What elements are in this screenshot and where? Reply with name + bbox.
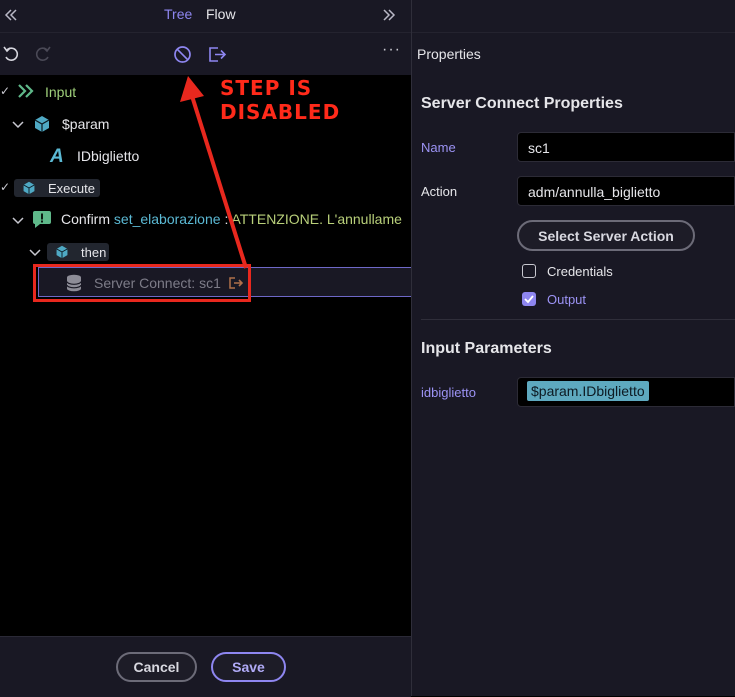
more-options-icon[interactable]: ··· (382, 41, 401, 59)
action-label: Action (421, 184, 458, 199)
cancel-button[interactable]: Cancel (116, 652, 197, 682)
idbiglietto-param-field[interactable]: $param.IDbiglietto (517, 377, 735, 407)
action-field[interactable]: adm/annulla_biglietto (517, 176, 735, 206)
alert-icon (32, 209, 52, 232)
expand-right-icon[interactable] (382, 8, 396, 22)
tree-tab-bar: Tree Flow (0, 0, 411, 32)
output-checkbox[interactable] (522, 292, 536, 306)
cube-icon (22, 181, 36, 198)
credentials-checkbox[interactable] (522, 264, 536, 278)
export-step-icon[interactable] (207, 45, 227, 64)
name-field[interactable]: sc1 (517, 132, 735, 162)
input-parameters-title: Input Parameters (421, 340, 552, 357)
tab-flow[interactable]: Flow (206, 6, 236, 22)
param-label: $param (62, 116, 110, 132)
input-label: Input (45, 84, 77, 100)
chevron-down-icon[interactable] (12, 117, 24, 133)
credentials-label: Credentials (547, 264, 613, 279)
checkmark-icon: ✓ (0, 180, 11, 194)
collapse-left-icon[interactable] (4, 8, 18, 22)
cube-icon (33, 115, 51, 136)
tab-tree[interactable]: Tree (164, 6, 192, 22)
properties-header: Properties (412, 32, 735, 75)
tree-panel: Tree Flow ··· ✓ Input $param A IDbigliet… (0, 0, 411, 697)
checkmark-icon: ✓ (0, 84, 11, 98)
section-divider (421, 319, 735, 320)
footer-bar (0, 636, 411, 697)
output-label: Output (547, 292, 587, 307)
undo-icon[interactable] (2, 45, 20, 63)
tree-toolbar: ··· (0, 32, 411, 75)
confirm-label: Confirm (61, 211, 111, 227)
section-title: Server Connect Properties (421, 95, 623, 112)
param-binding-chip: $param.IDbiglietto (527, 381, 649, 401)
idbiglietto-param-label: idbiglietto (421, 385, 476, 400)
name-label: Name (421, 140, 456, 155)
chevron-down-icon[interactable] (29, 245, 41, 261)
properties-panel: Properties Server Connect Properties Nam… (412, 0, 735, 696)
cube-icon (55, 245, 69, 262)
chevron-down-icon[interactable] (12, 213, 24, 229)
input-arrows-icon (17, 83, 37, 102)
checkmark-icon (524, 295, 534, 304)
text-type-icon: A (50, 146, 64, 167)
save-button[interactable]: Save (211, 652, 286, 682)
disable-step-icon[interactable] (173, 45, 192, 64)
redo-icon[interactable] (34, 45, 52, 63)
select-server-action-button[interactable]: Select Server Action (517, 220, 695, 251)
properties-title: Properties (417, 46, 481, 62)
execute-label: Execute (48, 181, 95, 196)
then-label: then (81, 245, 107, 260)
idbiglietto-label: IDbiglietto (77, 148, 140, 164)
annotation-text: STEP IS DISABLED (220, 76, 341, 124)
